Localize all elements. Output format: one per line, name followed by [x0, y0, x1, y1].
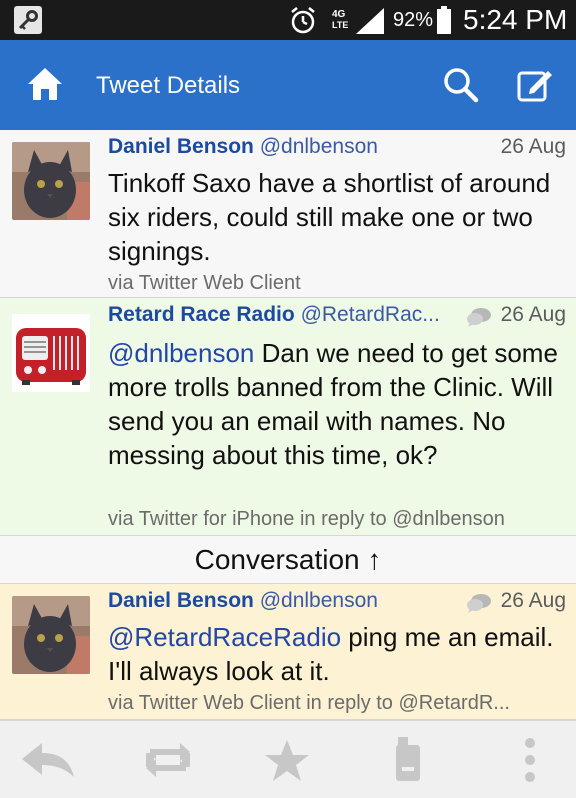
tweet-source: via Twitter Web Client in reply to @Reta… [108, 692, 510, 714]
compose-icon[interactable] [516, 66, 554, 104]
retweet-icon[interactable] [142, 739, 194, 781]
alarm-icon [291, 7, 315, 34]
tweet-date: 26 Aug [500, 135, 566, 158]
tweet-item[interactable]: Daniel Benson @dnlbenson 26 Aug Tinkoff … [0, 130, 576, 298]
tweet-date: 26 Aug [500, 589, 566, 612]
clock: 5:24 PM [463, 4, 568, 35]
tweet-header: Daniel Benson @dnlbenson [108, 135, 378, 159]
avatar[interactable] [12, 596, 90, 674]
search-icon[interactable] [442, 66, 480, 104]
action-bar: Tweet Details [0, 40, 576, 130]
author-name[interactable]: Daniel Benson [108, 135, 254, 158]
tweet-header: Retard Race Radio @RetardRac... [108, 303, 440, 327]
tweet-text: @RetardRaceRadio ping me an email. I'll … [108, 620, 570, 688]
conversation-toggle[interactable]: Conversation ↑ [0, 536, 576, 584]
tweet-source: via Twitter Web Client [108, 272, 301, 294]
overflow-icon[interactable] [522, 737, 538, 783]
battery-percent: 92% [393, 9, 434, 31]
author-name[interactable]: Retard Race Radio [108, 303, 295, 326]
tweet-date: 26 Aug [500, 303, 566, 326]
tweet-actions-bar [0, 720, 576, 798]
favorite-icon[interactable] [264, 739, 310, 783]
tweet-item[interactable]: Daniel Benson @dnlbenson 26 Aug @RetardR… [0, 584, 576, 720]
lte-signal-icon: 4GLTE [332, 8, 384, 34]
tweet-text: @dnlbenson Dan we need to get some more … [108, 336, 570, 472]
tweet-source: via Twitter for iPhone in reply to @dnlb… [108, 508, 505, 530]
conversation-label: Conversation ↑ [194, 544, 382, 575]
home-icon[interactable] [26, 66, 64, 102]
author-handle[interactable]: @dnlbenson [260, 589, 378, 612]
mention-link[interactable]: @dnlbenson [108, 338, 254, 368]
conversation-bubble-icon [467, 594, 491, 613]
svg-text:4G: 4G [332, 9, 346, 20]
author-handle[interactable]: @dnlbenson [260, 135, 378, 158]
author-name[interactable]: Daniel Benson [108, 589, 254, 612]
avatar[interactable] [12, 314, 90, 392]
mobile-icon[interactable] [394, 737, 422, 783]
notification-key-icon [14, 6, 42, 34]
author-handle[interactable]: @RetardRac... [301, 303, 440, 326]
svg-text:LTE: LTE [332, 20, 348, 30]
reply-icon[interactable] [20, 739, 76, 779]
avatar[interactable] [12, 142, 90, 220]
battery-icon [437, 6, 451, 34]
status-bar: 4G LTE 92% 5:24 PM [0, 0, 576, 40]
tweet-text: Tinkoff Saxo have a shortlist of around … [108, 168, 551, 266]
conversation-bubble-icon [467, 308, 491, 327]
tweet-header: Daniel Benson @dnlbenson [108, 589, 378, 613]
page-title: Tweet Details [96, 72, 241, 99]
tweet-item[interactable]: Retard Race Radio @RetardRac... 26 Aug @… [0, 298, 576, 536]
mention-link[interactable]: @RetardRaceRadio [108, 622, 341, 652]
